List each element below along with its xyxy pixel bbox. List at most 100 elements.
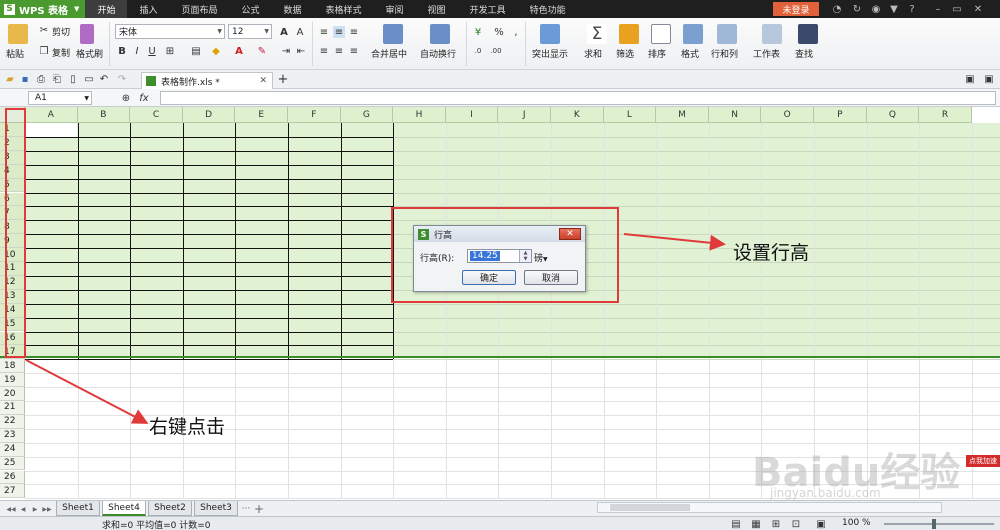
zoom-icon[interactable]: ⊕ <box>120 92 132 104</box>
row-header[interactable]: 23 <box>0 428 25 443</box>
grow-font-icon[interactable]: A <box>278 26 290 38</box>
minimize-icon[interactable]: – <box>932 3 944 15</box>
find-button[interactable]: 查找 <box>795 47 813 60</box>
menu-tab[interactable]: 审阅 <box>374 0 416 18</box>
reading-mode-icon[interactable]: ⊡ <box>790 518 802 530</box>
clear-format-icon[interactable]: ✎ <box>256 45 268 57</box>
align-bottom-icon[interactable]: ≡ <box>348 26 360 38</box>
menu-tab[interactable]: 页面布局 <box>169 0 229 18</box>
redo-icon[interactable]: ↷ <box>116 73 128 85</box>
column-header[interactable]: K <box>551 107 604 123</box>
fill-color-icon[interactable]: ◆ <box>210 45 222 57</box>
shirt-icon[interactable]: ▼ <box>888 3 900 15</box>
row-header[interactable]: 22 <box>0 414 25 429</box>
prev-sheet-icon[interactable]: ◀ <box>18 504 28 514</box>
cut-button[interactable]: 剪切 <box>52 25 70 38</box>
copy-button[interactable]: 复制 <box>52 46 70 59</box>
refresh-icon[interactable]: ↻ <box>851 3 863 15</box>
shrink-font-icon[interactable]: A <box>294 26 306 38</box>
format-icon[interactable] <box>683 24 703 44</box>
page-break-view-icon[interactable]: ▦ <box>750 518 762 530</box>
column-header[interactable]: M <box>656 107 709 123</box>
help-icon[interactable]: ◔ <box>831 3 843 15</box>
row-col-button[interactable]: 行和列 <box>711 47 738 60</box>
align-left-icon[interactable]: ≡ <box>318 45 330 57</box>
copy-icon[interactable]: ❐ <box>38 45 50 57</box>
menu-tab[interactable]: 开发工具 <box>458 0 518 18</box>
speed-up-badge[interactable]: 点我加速 <box>966 455 1000 467</box>
new-tab-icon[interactable]: + <box>277 72 289 87</box>
paste-button[interactable]: 粘贴 <box>6 47 24 60</box>
font-color-icon[interactable]: A <box>233 45 245 57</box>
align-middle-icon[interactable]: ≡ <box>333 26 345 38</box>
row-header[interactable]: 19 <box>0 373 25 388</box>
percent-button[interactable]: % <box>493 26 505 38</box>
undo-icon[interactable]: ↶ <box>98 73 110 85</box>
binoculars-icon[interactable] <box>798 24 818 44</box>
print-preview-icon[interactable]: ⎗ <box>51 73 63 85</box>
filter-button[interactable]: 筛选 <box>616 47 634 60</box>
column-header[interactable]: N <box>708 107 762 123</box>
scrollbar-thumb[interactable] <box>610 504 690 511</box>
merge-center-button[interactable]: 合并居中 <box>371 47 407 60</box>
column-header[interactable]: D <box>182 107 236 123</box>
outdent-icon[interactable]: ⇤ <box>295 45 307 57</box>
fit-view-icon[interactable]: ⊞ <box>770 518 782 530</box>
brush-icon[interactable] <box>80 24 94 44</box>
menu-tab[interactable]: 开始 <box>85 0 128 18</box>
fx-button[interactable]: fx <box>138 92 150 104</box>
restore-doc-icon[interactable]: ▣ <box>964 73 976 85</box>
export-pdf-icon[interactable]: ▯ <box>67 73 79 85</box>
bold-button[interactable]: B <box>116 45 128 57</box>
close-tab-icon[interactable]: ✕ <box>259 76 267 86</box>
row-header[interactable]: 24 <box>0 442 25 457</box>
row-header[interactable]: 18 <box>0 359 25 374</box>
question-icon[interactable]: ? <box>906 3 918 15</box>
column-header[interactable]: C <box>130 107 183 123</box>
normal-view-icon[interactable]: ▤ <box>730 518 742 530</box>
document-tab[interactable]: 表格制作.xls * ✕ <box>141 72 273 89</box>
column-header[interactable]: F <box>288 107 341 123</box>
wrap-text-icon[interactable] <box>430 24 450 44</box>
highlight-icon[interactable] <box>540 24 560 44</box>
open-folder-icon[interactable]: ▰ <box>4 73 16 85</box>
add-sheet-button[interactable]: + <box>254 502 264 516</box>
menu-tab[interactable]: 表格样式 <box>314 0 374 18</box>
border-icon[interactable]: ⊞ <box>164 45 176 57</box>
formula-input[interactable] <box>160 91 996 105</box>
row-col-icon[interactable] <box>717 24 737 44</box>
merge-center-icon[interactable] <box>383 24 403 44</box>
scissors-icon[interactable]: ✂ <box>38 24 50 36</box>
sheet-tab[interactable]: Sheet4 <box>102 501 146 516</box>
highlight-button[interactable]: 突出显示 <box>532 47 568 60</box>
align-right-icon[interactable]: ≡ <box>348 45 360 57</box>
row-header[interactable]: 25 <box>0 456 25 471</box>
row-header[interactable]: 26 <box>0 470 25 485</box>
sum-button[interactable]: 求和 <box>584 47 602 60</box>
align-top-icon[interactable]: ≡ <box>318 26 330 38</box>
menu-tab[interactable]: 插入 <box>127 0 169 18</box>
column-header[interactable]: L <box>603 107 657 123</box>
row-header[interactable]: 27 <box>0 484 25 499</box>
sheet-tab[interactable]: Sheet2 <box>148 501 192 516</box>
menu-tab[interactable]: 公式 <box>229 0 271 18</box>
zoom-level[interactable]: 100 % <box>842 518 871 528</box>
close-icon[interactable]: ✕ <box>972 3 984 15</box>
login-button[interactable]: 未登录 <box>773 2 819 16</box>
column-header[interactable]: I <box>445 107 499 123</box>
column-header[interactable]: H <box>393 107 446 123</box>
unit-select[interactable]: 磅▼ <box>534 251 548 264</box>
sort-button[interactable]: 排序 <box>648 47 666 60</box>
name-box[interactable]: A1 ▼ <box>28 91 92 105</box>
paste-icon[interactable] <box>8 24 28 44</box>
format-painter-button[interactable]: 格式刷 <box>76 47 103 60</box>
zoom-slider-thumb[interactable] <box>932 519 936 529</box>
worksheet-button[interactable]: 工作表 <box>753 47 780 60</box>
menu-tab[interactable]: 特色功能 <box>518 0 578 18</box>
column-header[interactable]: G <box>340 107 394 123</box>
horizontal-scrollbar[interactable] <box>597 502 942 513</box>
column-header[interactable]: Q <box>866 107 920 123</box>
row-header[interactable]: 21 <box>0 401 25 415</box>
restore-icon[interactable]: ▭ <box>951 3 963 15</box>
filter-icon[interactable] <box>619 24 639 44</box>
